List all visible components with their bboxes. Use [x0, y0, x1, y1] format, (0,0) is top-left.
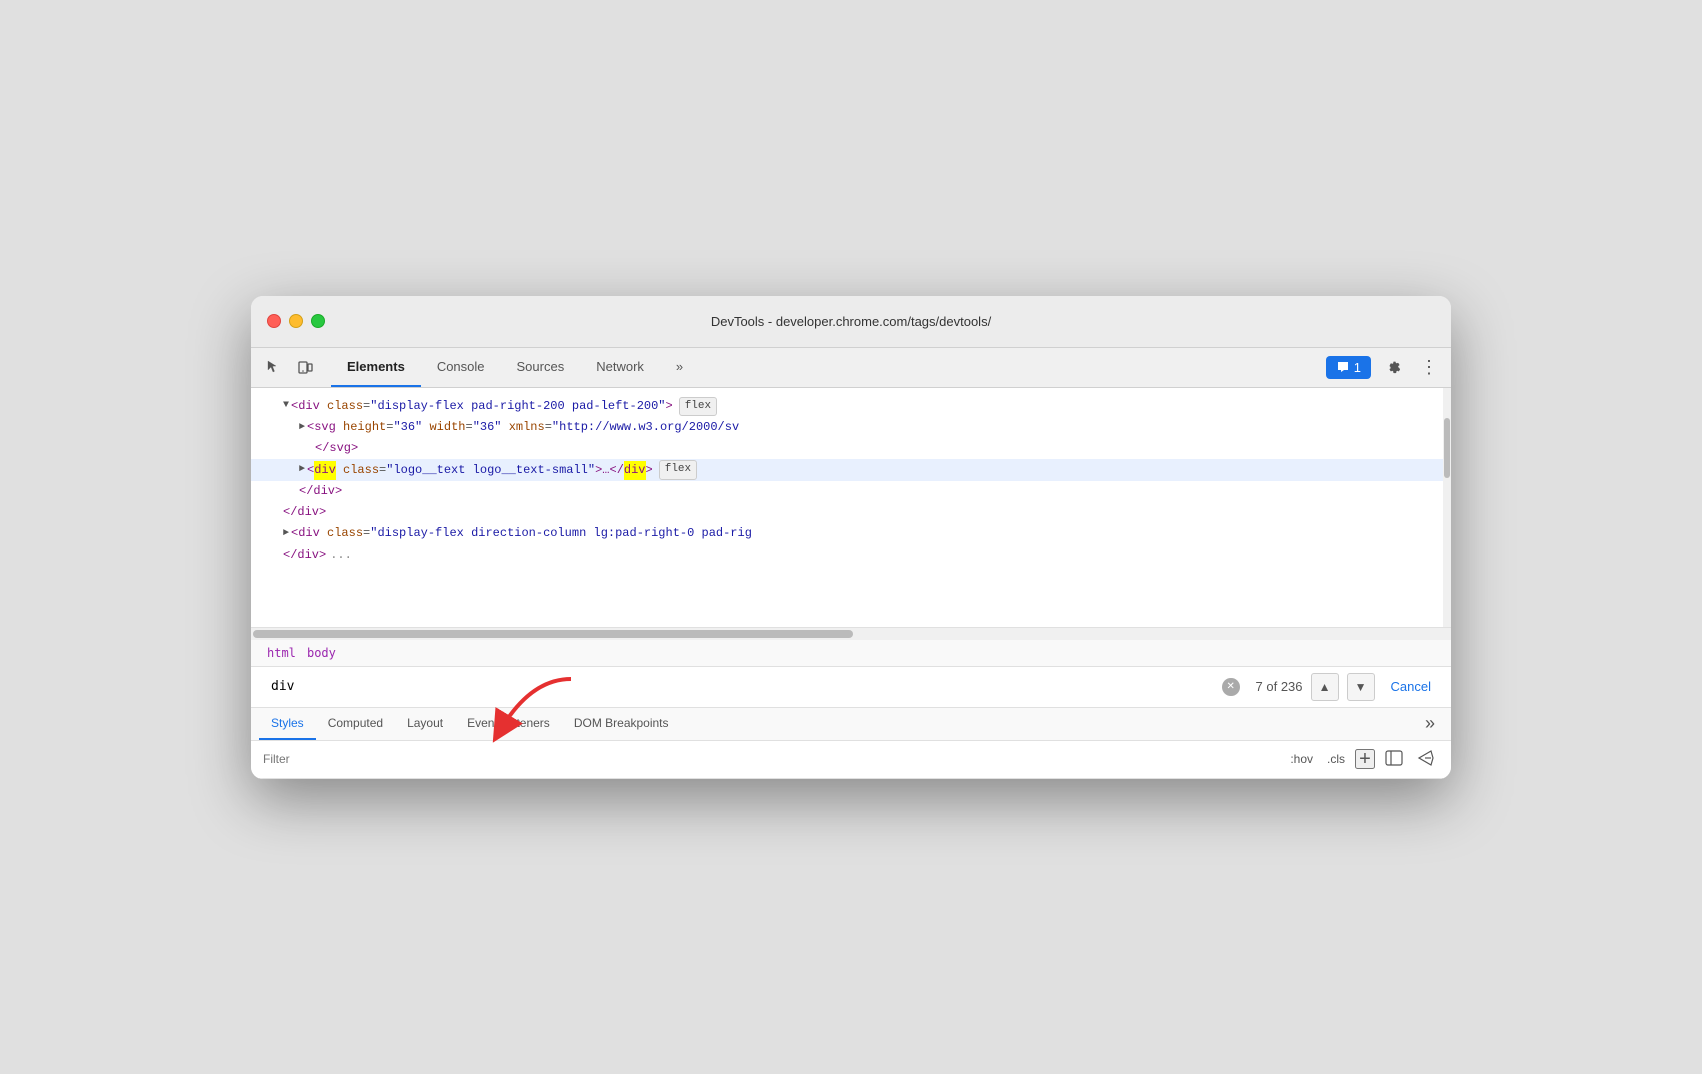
window-title: DevTools - developer.chrome.com/tags/dev…	[711, 314, 991, 329]
close-button[interactable]	[267, 314, 281, 328]
scrollbar-thumb-h	[253, 630, 853, 638]
title-bar: DevTools - developer.chrome.com/tags/dev…	[251, 296, 1451, 348]
settings-button[interactable]	[1379, 353, 1407, 381]
vertical-scrollbar[interactable]	[1443, 388, 1451, 627]
tab-styles[interactable]: Styles	[259, 708, 316, 740]
devtools-toolbar: Elements Console Sources Network » 1	[251, 348, 1451, 388]
breadcrumb-body[interactable]: body	[307, 646, 336, 660]
toggle-sidebar-button[interactable]	[1381, 747, 1407, 772]
code-line-5[interactable]: </div>	[251, 481, 1451, 502]
hov-button[interactable]: :hov	[1286, 750, 1317, 768]
toolbar-right: 1 ⋮	[1326, 353, 1443, 381]
more-options-button[interactable]: ⋮	[1415, 353, 1443, 381]
scrollbar-thumb-v	[1444, 418, 1450, 478]
search-clear-button[interactable]: ✕	[1222, 678, 1240, 696]
search-prev-button[interactable]: ▲	[1311, 673, 1339, 701]
code-line-6[interactable]: </div>	[251, 502, 1451, 523]
code-line-3[interactable]: </svg>	[251, 438, 1451, 459]
code-line-2[interactable]: ► <svg height = "36" width = "36" xmlns …	[251, 417, 1451, 438]
search-count: 7 of 236	[1256, 679, 1303, 694]
tab-network[interactable]: Network	[580, 347, 660, 387]
filter-actions: :hov .cls +	[1286, 747, 1439, 772]
code-panel: ▼ <div class = "display-flex pad-right-2…	[251, 388, 1451, 628]
code-line-4[interactable]: ► < div class = "logo__text logo__text-s…	[251, 459, 1451, 481]
chat-button[interactable]: 1	[1326, 356, 1371, 379]
breadcrumb-bar: html body	[251, 640, 1451, 667]
flex-badge-2: flex	[659, 460, 697, 480]
new-style-rule-button[interactable]	[1413, 747, 1439, 772]
filter-bar: :hov .cls +	[251, 741, 1451, 779]
main-tabs: Elements Console Sources Network »	[331, 347, 1326, 387]
tab-more[interactable]: »	[660, 347, 699, 387]
styles-more-button[interactable]: »	[1417, 709, 1443, 738]
styles-panel: Styles Computed Layout Event Listeners D…	[251, 708, 1451, 779]
tab-dom-breakpoints[interactable]: DOM Breakpoints	[562, 708, 681, 740]
horizontal-scrollbar[interactable]	[251, 628, 1451, 640]
cancel-button[interactable]: Cancel	[1383, 679, 1439, 694]
code-line-8[interactable]: </div> ...	[251, 545, 1451, 566]
maximize-button[interactable]	[311, 314, 325, 328]
tab-elements[interactable]: Elements	[331, 347, 421, 387]
code-line-1[interactable]: ▼ <div class = "display-flex pad-right-2…	[251, 396, 1451, 418]
code-line-7[interactable]: ► <div class = "display-flex direction-c…	[251, 523, 1451, 544]
search-input[interactable]	[263, 675, 1222, 698]
search-next-button[interactable]: ▼	[1347, 673, 1375, 701]
tab-sources[interactable]: Sources	[501, 347, 581, 387]
filter-input[interactable]	[263, 752, 1278, 766]
inspect-element-button[interactable]	[259, 353, 287, 381]
minimize-button[interactable]	[289, 314, 303, 328]
tab-event-listeners[interactable]: Event Listeners	[455, 708, 562, 740]
devtools-window: DevTools - developer.chrome.com/tags/dev…	[251, 296, 1451, 779]
cls-button[interactable]: .cls	[1323, 750, 1349, 768]
styles-tabs: Styles Computed Layout Event Listeners D…	[251, 708, 1451, 741]
tab-console[interactable]: Console	[421, 347, 501, 387]
search-bar: ✕ 7 of 236 ▲ ▼ Cancel	[251, 667, 1451, 708]
expand-icon: ▼	[283, 398, 289, 414]
toolbar-icons	[259, 353, 319, 381]
add-style-button[interactable]: +	[1355, 749, 1375, 769]
breadcrumb-html[interactable]: html	[267, 646, 296, 660]
tab-layout[interactable]: Layout	[395, 708, 455, 740]
flex-badge-1: flex	[679, 397, 717, 417]
search-input-wrapper: ✕	[263, 675, 1248, 698]
tab-computed[interactable]: Computed	[316, 708, 395, 740]
device-mode-button[interactable]	[291, 353, 319, 381]
traffic-lights	[267, 314, 325, 328]
